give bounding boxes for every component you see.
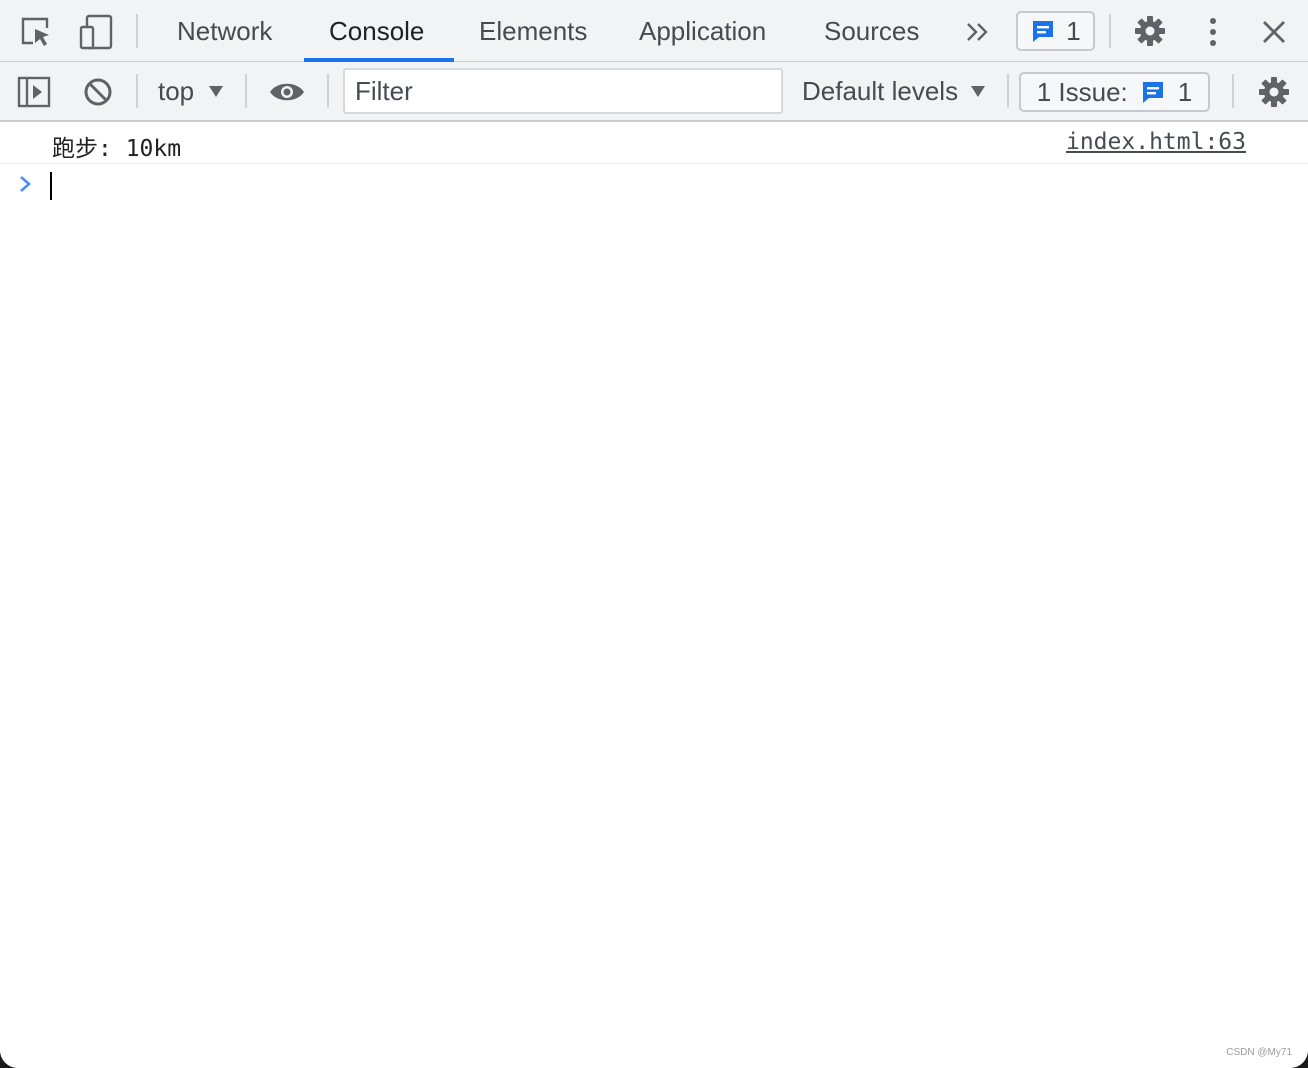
tab-elements-label: Elements <box>479 15 588 46</box>
toolbar-divider <box>245 74 247 108</box>
message-icon <box>1142 82 1163 103</box>
live-expression-eye-icon[interactable] <box>266 74 308 110</box>
console-toolbar: top Default levels 1 Issue: <box>0 62 1308 122</box>
clear-console-icon[interactable] <box>79 73 117 111</box>
devtools-tab-bar: Network Console Elements Application Sou… <box>0 0 1308 62</box>
log-levels-dropdown[interactable]: Default levels <box>802 62 986 120</box>
tab-elements[interactable]: Elements <box>479 0 587 62</box>
toolbar-divider <box>327 74 329 108</box>
tabbar-divider <box>1109 14 1111 48</box>
issues-label: 1 Issue: <box>1036 76 1128 107</box>
tab-sources-label: Sources <box>824 15 920 46</box>
toolbar-divider <box>136 74 138 108</box>
prompt-chevron-icon <box>20 176 31 192</box>
tab-sources[interactable]: Sources <box>824 0 919 62</box>
issues-count: 1 <box>1177 76 1193 107</box>
watermark: CSDN @My71 <box>1226 1047 1292 1058</box>
show-sidebar-icon[interactable] <box>14 72 54 112</box>
tab-console-label: Console <box>329 15 425 46</box>
console-message-text: 跑步: 10km <box>52 136 182 162</box>
issues-button[interactable]: 1 Issue: 1 <box>1019 72 1210 112</box>
console-settings-gear-icon[interactable] <box>1255 73 1293 111</box>
tab-network[interactable]: Network <box>177 0 272 62</box>
toolbar-divider <box>1232 74 1234 108</box>
log-levels-label: Default levels <box>802 75 959 106</box>
tab-application-label: Application <box>639 15 767 46</box>
context-selector[interactable]: top <box>158 62 224 120</box>
text-caret <box>50 172 52 200</box>
devtools-window: Network Console Elements Application Sou… <box>0 0 1308 1068</box>
messages-count: 1 <box>1066 15 1081 46</box>
console-prompt-input[interactable] <box>50 172 1280 202</box>
device-toolbar-icon[interactable] <box>76 12 116 52</box>
filter-input[interactable] <box>343 68 783 114</box>
more-options-kebab-icon[interactable] <box>1200 14 1226 50</box>
message-icon <box>1033 21 1054 42</box>
close-icon[interactable] <box>1256 14 1292 50</box>
settings-gear-icon[interactable] <box>1131 12 1169 50</box>
console-prompt[interactable] <box>0 164 1308 208</box>
tabbar-divider <box>136 14 138 48</box>
console-output: 跑步: 10km index.html:63 <box>0 122 1308 1068</box>
console-message-source-link[interactable]: index.html:63 <box>1066 129 1246 155</box>
console-message: 跑步: 10km index.html:63 <box>0 122 1308 164</box>
dropdown-triangle-icon <box>209 86 224 97</box>
dropdown-triangle-icon <box>971 86 986 97</box>
tab-application[interactable]: Application <box>639 0 766 62</box>
toolbar-divider <box>1007 74 1009 108</box>
tab-network-label: Network <box>177 15 273 46</box>
tab-console[interactable]: Console <box>329 0 424 62</box>
inspect-element-icon[interactable] <box>18 14 54 50</box>
context-selector-value: top <box>158 75 195 106</box>
messages-badge-button[interactable]: 1 <box>1016 11 1095 51</box>
more-tabs-chevron-icon[interactable] <box>962 18 994 46</box>
